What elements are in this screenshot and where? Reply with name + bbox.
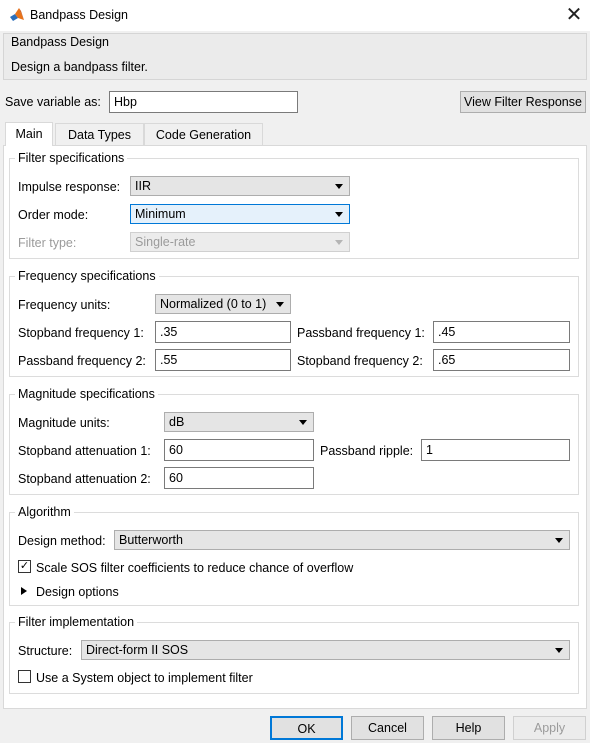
frequency-units-label: Frequency units: bbox=[18, 298, 111, 312]
chevron-down-icon bbox=[335, 212, 343, 217]
chevron-down-icon bbox=[299, 420, 307, 425]
tab-code-generation[interactable]: Code Generation bbox=[144, 123, 263, 145]
magnitude-units-label: Magnitude units: bbox=[18, 416, 110, 430]
passband-frequency-2-label: Passband frequency 2: bbox=[18, 354, 146, 368]
design-options-label[interactable]: Design options bbox=[36, 585, 119, 599]
filter-specifications-title: Filter specifications bbox=[15, 151, 128, 165]
stopband-frequency-1-input[interactable]: .35 bbox=[155, 321, 291, 343]
chevron-down-icon bbox=[555, 538, 563, 543]
expand-triangle-icon[interactable] bbox=[21, 587, 27, 595]
save-variable-label: Save variable as: bbox=[5, 95, 101, 109]
algorithm-title: Algorithm bbox=[15, 505, 74, 519]
window-title: Bandpass Design bbox=[30, 8, 128, 22]
scale-sos-label: Scale SOS filter coefficients to reduce … bbox=[36, 561, 354, 575]
magnitude-specifications-title: Magnitude specifications bbox=[15, 387, 158, 401]
stopband-attenuation-1-label: Stopband attenuation 1: bbox=[18, 444, 151, 458]
filter-type-value: Single-rate bbox=[135, 235, 196, 249]
order-mode-label: Order mode: bbox=[18, 208, 89, 222]
design-method-value: Butterworth bbox=[119, 533, 183, 547]
structure-value: Direct-form II SOS bbox=[86, 643, 189, 657]
stopband-attenuation-2-input[interactable]: 60 bbox=[164, 467, 314, 489]
cancel-button[interactable]: Cancel bbox=[351, 716, 424, 740]
passband-frequency-1-input[interactable]: .45 bbox=[433, 321, 570, 343]
impulse-response-select[interactable]: IIR bbox=[130, 176, 350, 196]
help-button[interactable]: Help bbox=[432, 716, 505, 740]
structure-label: Structure: bbox=[18, 644, 73, 658]
chevron-down-icon bbox=[335, 184, 343, 189]
use-system-object-label: Use a System object to implement filter bbox=[36, 671, 253, 685]
header-title: Bandpass Design bbox=[11, 35, 109, 49]
ok-button[interactable]: OK bbox=[270, 716, 343, 740]
stopband-frequency-2-input[interactable]: .65 bbox=[433, 349, 570, 371]
stopband-frequency-1-label: Stopband frequency 1: bbox=[18, 326, 144, 340]
scale-sos-checkbox[interactable]: ✓ bbox=[18, 560, 31, 573]
header-description: Design a bandpass filter. bbox=[11, 60, 148, 74]
tab-data-types[interactable]: Data Types bbox=[55, 123, 144, 145]
use-system-object-checkbox[interactable] bbox=[18, 670, 31, 683]
order-mode-value: Minimum bbox=[135, 207, 186, 221]
impulse-response-label: Impulse response: bbox=[18, 180, 121, 194]
filter-implementation-title: Filter implementation bbox=[15, 615, 138, 629]
order-mode-select[interactable]: Minimum bbox=[130, 204, 350, 224]
impulse-response-value: IIR bbox=[135, 179, 151, 193]
matlab-logo-icon bbox=[10, 8, 24, 21]
apply-button: Apply bbox=[513, 716, 586, 740]
passband-ripple-label: Passband ripple: bbox=[320, 444, 414, 458]
magnitude-units-value: dB bbox=[169, 415, 185, 429]
design-method-select[interactable]: Butterworth bbox=[114, 530, 570, 550]
frequency-specifications-title: Frequency specifications bbox=[15, 269, 159, 283]
design-method-label: Design method: bbox=[18, 534, 106, 548]
passband-frequency-2-input[interactable]: .55 bbox=[155, 349, 291, 371]
close-icon[interactable]: ✕ bbox=[564, 4, 584, 26]
tab-main[interactable]: Main bbox=[5, 122, 53, 146]
chevron-down-icon bbox=[335, 240, 343, 245]
chevron-down-icon bbox=[555, 648, 563, 653]
frequency-units-value: Normalized (0 to 1) bbox=[160, 297, 267, 311]
filter-type-select: Single-rate bbox=[130, 232, 350, 252]
view-filter-response-button[interactable]: View Filter Response bbox=[460, 91, 586, 113]
frequency-units-select[interactable]: Normalized (0 to 1) bbox=[155, 294, 291, 314]
chevron-down-icon bbox=[276, 302, 284, 307]
magnitude-units-select[interactable]: dB bbox=[164, 412, 314, 432]
structure-select[interactable]: Direct-form II SOS bbox=[81, 640, 570, 660]
stopband-frequency-2-label: Stopband frequency 2: bbox=[297, 354, 423, 368]
save-variable-input[interactable]: Hbp bbox=[109, 91, 298, 113]
filter-type-label: Filter type: bbox=[18, 236, 77, 250]
stopband-attenuation-1-input[interactable]: 60 bbox=[164, 439, 314, 461]
stopband-attenuation-2-label: Stopband attenuation 2: bbox=[18, 472, 151, 486]
passband-frequency-1-label: Passband frequency 1: bbox=[297, 326, 425, 340]
passband-ripple-input[interactable]: 1 bbox=[421, 439, 570, 461]
